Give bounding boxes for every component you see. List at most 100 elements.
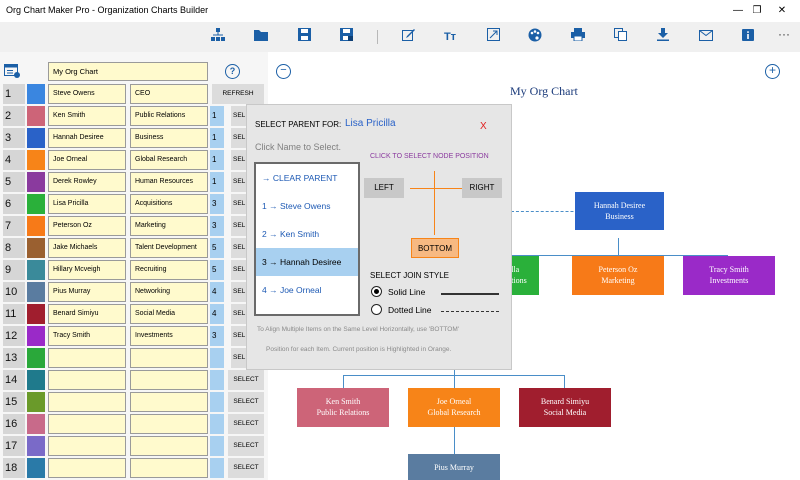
color-swatch[interactable]	[27, 260, 45, 280]
title-field[interactable]: Public Relations	[130, 106, 208, 126]
level-cell[interactable]	[210, 348, 224, 368]
color-swatch[interactable]	[27, 348, 45, 368]
level-cell[interactable]: 1	[210, 106, 224, 126]
title-field[interactable]: Business	[130, 128, 208, 148]
color-swatch[interactable]	[27, 238, 45, 258]
name-field[interactable]	[48, 370, 126, 390]
name-field[interactable]	[48, 348, 126, 368]
color-swatch[interactable]	[27, 84, 45, 104]
name-field[interactable]	[48, 414, 126, 434]
node-hannah-desiree[interactable]: Hannah Desiree Business	[575, 192, 664, 230]
info-icon[interactable]	[739, 28, 757, 46]
name-field[interactable]: Steve Owens	[48, 84, 126, 104]
select-parent-button[interactable]: SEL	[231, 304, 247, 324]
title-field[interactable]	[130, 348, 208, 368]
node-lisa-pricilla[interactable]: illa itions	[509, 256, 539, 295]
title-field[interactable]: CEO	[130, 84, 208, 104]
text-size-icon[interactable]: Tт	[441, 28, 459, 46]
node-pius-murray[interactable]: Pius Murray	[408, 454, 500, 480]
parent-list[interactable]: → CLEAR PARENT 1 → Steve Owens 2 → Ken Smi…	[254, 162, 360, 316]
level-cell[interactable]	[210, 458, 224, 478]
node-benard-simiyu[interactable]: Benard Simiyu Social Media	[519, 388, 611, 427]
left-position-button[interactable]: LEFT	[364, 178, 404, 198]
close-dialog-button[interactable]: X	[480, 121, 487, 132]
dotted-line-radio[interactable]	[371, 304, 382, 315]
select-parent-button[interactable]: SEL	[231, 282, 247, 302]
select-parent-button[interactable]: SEL	[231, 260, 247, 280]
parent-list-item[interactable]: 4 → Joe Orneal	[256, 276, 358, 304]
level-cell[interactable]: 3	[210, 194, 224, 214]
name-field[interactable]	[48, 392, 126, 412]
title-field[interactable]: Human Resources	[130, 172, 208, 192]
name-field[interactable]: Benard Simiyu	[48, 304, 126, 324]
name-field[interactable]	[48, 458, 126, 478]
color-swatch[interactable]	[27, 304, 45, 324]
color-swatch[interactable]	[27, 128, 45, 148]
name-field[interactable]	[48, 436, 126, 456]
color-swatch[interactable]	[27, 326, 45, 346]
mail-icon[interactable]	[697, 28, 715, 46]
parent-list-item[interactable]: 1 → Steve Owens	[256, 192, 358, 220]
name-field[interactable]: Hillary Mcveigh	[48, 260, 126, 280]
clear-parent-item[interactable]: → CLEAR PARENT	[256, 164, 358, 192]
level-cell[interactable]: 3	[210, 326, 224, 346]
name-field[interactable]: Lisa Pricilla	[48, 194, 126, 214]
node-ken-smith[interactable]: Ken Smith Public Relations	[297, 388, 389, 427]
select-parent-button[interactable]: SEL	[231, 348, 247, 368]
select-parent-button[interactable]: SEL	[231, 194, 247, 214]
parent-list-item[interactable]: 3 → Hannah Desiree	[256, 248, 358, 276]
select-parent-button[interactable]: SELECT	[228, 392, 264, 412]
title-field[interactable]: Recruiting	[130, 260, 208, 280]
more-options-icon[interactable]: ···	[778, 27, 790, 41]
edit-icon[interactable]	[399, 28, 417, 46]
title-field[interactable]	[130, 436, 208, 456]
print-icon[interactable]	[569, 28, 587, 46]
node-peterson-oz[interactable]: Peterson Oz Marketing	[572, 256, 664, 295]
level-cell[interactable]: 4	[210, 304, 224, 324]
select-parent-button[interactable]: SELECT	[228, 436, 264, 456]
title-field[interactable]	[130, 458, 208, 478]
select-parent-button[interactable]: SEL	[231, 172, 247, 192]
title-field[interactable]: Social Media	[130, 304, 208, 324]
name-field[interactable]: Pius Murray	[48, 282, 126, 302]
title-field[interactable]: Investments	[130, 326, 208, 346]
name-field[interactable]: Peterson Oz	[48, 216, 126, 236]
select-parent-button[interactable]: SELECT	[228, 414, 264, 434]
level-cell[interactable]: 4	[210, 282, 224, 302]
zoom-in-icon[interactable]: +	[765, 64, 780, 79]
level-cell[interactable]	[210, 392, 224, 412]
select-parent-button[interactable]: SEL	[231, 128, 247, 148]
title-field[interactable]	[130, 392, 208, 412]
name-field[interactable]: Jake Michaels	[48, 238, 126, 258]
select-parent-button[interactable]: SELECT	[228, 370, 264, 390]
select-parent-button[interactable]: SEL	[231, 326, 247, 346]
level-cell[interactable]: 3	[210, 216, 224, 236]
level-cell[interactable]	[210, 436, 224, 456]
name-field[interactable]: Hannah Desiree	[48, 128, 126, 148]
chart-name-field[interactable]: My Org Chart	[48, 62, 208, 81]
org-chart-icon[interactable]	[209, 28, 227, 46]
chart-list-icon[interactable]	[4, 64, 20, 80]
node-joe-orneal[interactable]: Joe Orneal Global Research	[408, 388, 500, 427]
level-cell[interactable]	[210, 414, 224, 434]
level-cell[interactable]: 1	[210, 128, 224, 148]
select-parent-button[interactable]: SEL	[231, 106, 247, 126]
name-field[interactable]: Tracy Smith	[48, 326, 126, 346]
level-cell[interactable]: 1	[210, 150, 224, 170]
select-parent-button[interactable]: SELECT	[228, 458, 264, 478]
level-cell[interactable]	[210, 370, 224, 390]
node-tracy-smith[interactable]: Tracy Smith Investments	[683, 256, 775, 295]
parent-list-item[interactable]: 2 → Ken Smith	[256, 220, 358, 248]
color-swatch[interactable]	[27, 392, 45, 412]
title-field[interactable]: Talent Development	[130, 238, 208, 258]
palette-icon[interactable]	[526, 28, 544, 46]
color-swatch[interactable]	[27, 194, 45, 214]
name-field[interactable]: Derek Rowley	[48, 172, 126, 192]
copy-icon[interactable]	[611, 28, 629, 46]
solid-line-radio[interactable]	[371, 286, 382, 297]
title-field[interactable]: Global Research	[130, 150, 208, 170]
parent-list-item[interactable]: 5 → Derek Rowley	[256, 304, 358, 314]
download-icon[interactable]	[654, 28, 672, 46]
title-field[interactable]	[130, 414, 208, 434]
select-parent-button[interactable]: SEL	[231, 216, 247, 236]
